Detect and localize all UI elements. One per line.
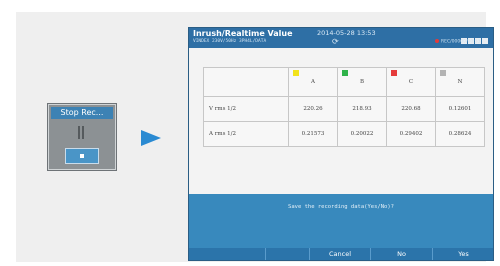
device-screen: Inrush/Realtime Value VINDEX 230V/50Hz 3… (188, 27, 494, 261)
table-row: V rms 1/2 220.26 218.93 220.68 0.12601 (203, 96, 485, 122)
screen-datetime: 2014-05-28 13:53 (317, 29, 376, 37)
table-header-row: A B C N (203, 67, 485, 97)
stop-button[interactable] (65, 148, 99, 164)
cancel-button[interactable]: Cancel (309, 248, 370, 260)
phase-color-chip (342, 70, 348, 76)
storage-icon (482, 38, 488, 44)
phase-color-chip (440, 70, 446, 76)
phase-color-chip (391, 70, 397, 76)
values-table: A B C N V rms 1/2 220.26 218.93 220.68 0… (203, 67, 485, 147)
table-row: A rms 1/2 0.21573 0.20022 0.29402 0.2862… (203, 121, 485, 147)
pause-icon (78, 126, 85, 139)
header-cell-a: A (288, 67, 338, 97)
status-icons (461, 29, 493, 44)
function-key-1[interactable] (189, 248, 264, 260)
save-prompt: Save the recording data(Yes/No)? (288, 204, 394, 210)
screen-title: Inrush/Realtime Value (193, 29, 293, 38)
table-cell: 0.28624 (435, 121, 485, 147)
table-cell: 0.12601 (435, 96, 485, 122)
stop-icon (80, 154, 84, 158)
row-label: V rms 1/2 (203, 96, 289, 122)
table-cell: 0.21573 (288, 121, 338, 147)
stop-rec-panel: Stop Rec... (47, 103, 117, 171)
header-cell-b: B (337, 67, 387, 97)
row-label: A rms 1/2 (203, 121, 289, 147)
sync-icon: ⟳ (332, 37, 339, 46)
prompt-bar (189, 194, 493, 248)
stop-rec-title: Stop Rec... (51, 107, 113, 119)
record-status: REC/00000/00:33 (435, 39, 480, 45)
table-cell: 0.29402 (386, 121, 436, 147)
table-cell: 220.68 (386, 96, 436, 122)
yes-button[interactable]: Yes (432, 248, 494, 260)
header-cell-n: N (435, 67, 485, 97)
screen-subheader: VINDEX 230V/50Hz 3PH4L/DATA (193, 39, 267, 44)
screen-header: Inrush/Realtime Value VINDEX 230V/50Hz 3… (189, 28, 493, 48)
table-cell: 0.20022 (337, 121, 387, 147)
function-key-2[interactable] (265, 248, 309, 260)
table-cell: 218.93 (337, 96, 387, 122)
table-cell: 220.26 (288, 96, 338, 122)
arrow-right-icon (141, 130, 161, 146)
no-button[interactable]: No (370, 248, 432, 260)
header-cell-c: C (386, 67, 436, 97)
phase-color-chip (293, 70, 299, 76)
table-corner (203, 67, 289, 97)
